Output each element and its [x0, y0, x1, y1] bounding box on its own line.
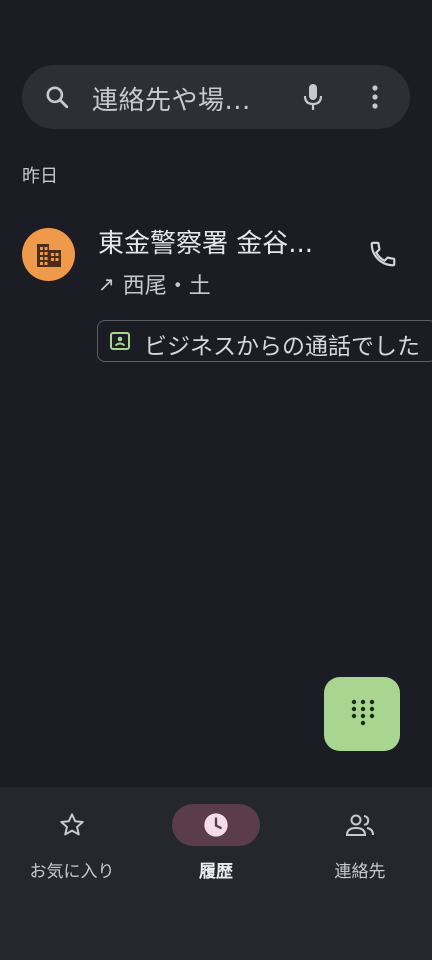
call-detail-text: 西尾・土 — [122, 274, 211, 299]
business-chip-label: ビジネスからの通話でした — [144, 334, 420, 360]
more-vert-icon[interactable] — [368, 83, 382, 111]
business-call-chip[interactable]: ビジネスからの通話でした — [97, 320, 432, 362]
dialpad-button[interactable] — [324, 677, 400, 751]
building-icon — [37, 244, 61, 267]
search-icon[interactable] — [44, 84, 70, 110]
bottom-navigation: お気に入り 履歴 連絡先 — [0, 787, 432, 960]
clock-icon — [204, 813, 228, 837]
nav-item-history[interactable]: 履歴 — [144, 787, 288, 897]
people-icon — [345, 814, 374, 836]
dialpad-icon — [351, 699, 375, 726]
mic-icon[interactable] — [302, 82, 324, 112]
call-meta: ↗ 西尾・土 — [98, 268, 211, 300]
business-card-icon — [110, 332, 130, 350]
nav-label-history: 履歴 — [199, 862, 233, 882]
nav-item-contacts[interactable]: 連絡先 — [288, 787, 432, 897]
search-bar[interactable]: 連絡先や場... — [22, 65, 410, 129]
nav-label-contacts: 連絡先 — [334, 862, 386, 882]
nav-item-favorites[interactable]: お気に入り — [0, 787, 144, 897]
nav-icon-container — [28, 804, 116, 846]
call-log-item[interactable]: 東金警察署 金谷... ↗ 西尾・土 — [0, 215, 432, 305]
contact-name: 東金警察署 金谷... — [98, 229, 314, 259]
search-input[interactable]: 連絡先や場... — [92, 80, 251, 117]
section-header-yesterday: 昨日 — [22, 166, 58, 187]
nav-icon-container — [316, 804, 404, 846]
avatar[interactable] — [22, 228, 75, 281]
outgoing-call-icon: ↗ — [98, 272, 115, 296]
nav-icon-container — [172, 804, 260, 846]
phone-icon[interactable] — [368, 239, 398, 269]
nav-label-favorites: お気に入り — [29, 862, 115, 882]
star-icon — [60, 813, 84, 836]
app-root: 連絡先や場... 昨日 東金警察署 金谷... ↗ 西尾・土 ビジネスからの通話… — [0, 0, 432, 960]
